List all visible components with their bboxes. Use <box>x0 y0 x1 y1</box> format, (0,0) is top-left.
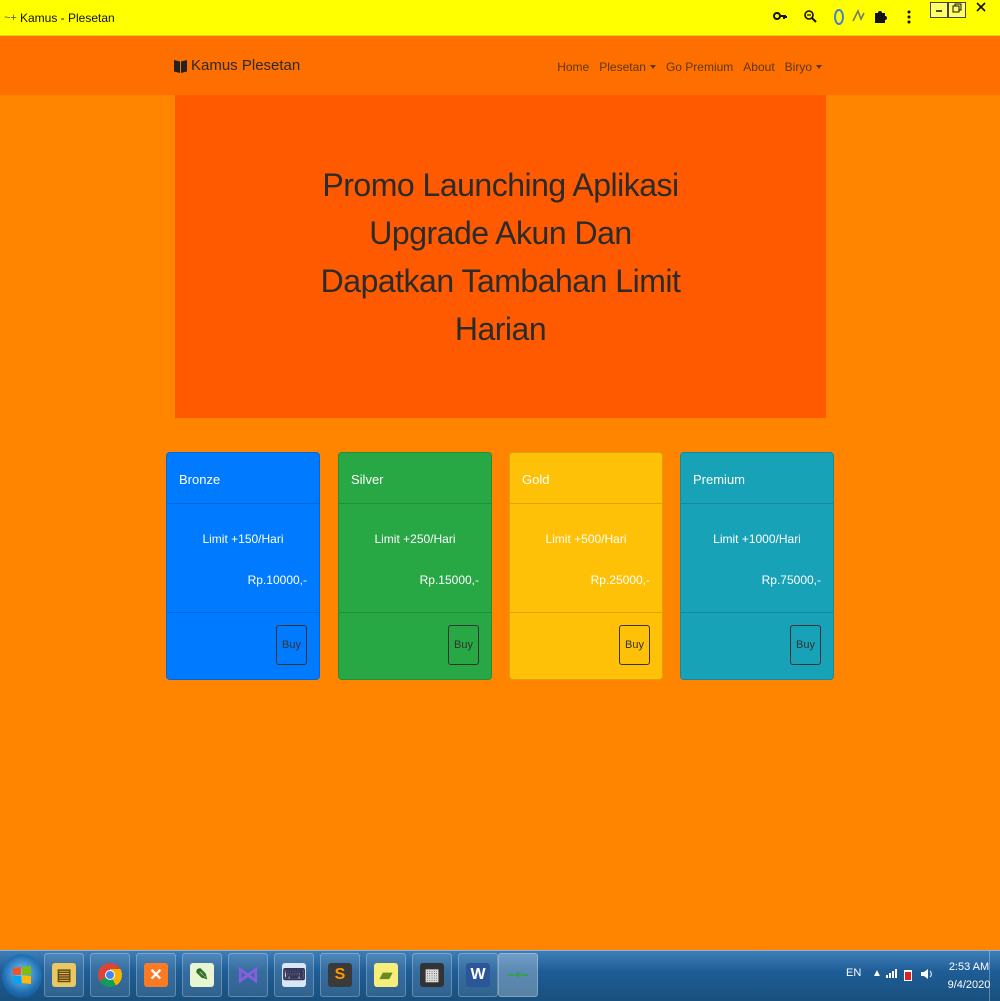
nav-plesetan-label: Plesetan <box>599 60 646 74</box>
nav-user-label: Biryo <box>784 60 812 74</box>
window-titlebar: ~+ Kamus - Plesetan <box>0 0 1000 36</box>
xampp-icon[interactable]: ✕ <box>136 953 176 997</box>
plan-price: Rp.15000,- <box>419 573 479 587</box>
plan-name: Bronze <box>167 453 319 504</box>
plan-price: Rp.10000,- <box>247 573 307 587</box>
nav-user-dropdown[interactable]: Biryo <box>785 60 822 74</box>
minimize-icon[interactable] <box>930 2 948 18</box>
plan-card-silver: Silver Limit +250/Hari Rp.15000,- Buy <box>338 452 492 680</box>
film-icon[interactable]: ▦ <box>412 953 452 997</box>
word-icon[interactable]: W <box>458 953 498 997</box>
start-button[interactable] <box>2 954 42 998</box>
sticky-glyph: ▰ <box>374 963 398 987</box>
buy-button-gold[interactable]: Buy <box>619 625 650 665</box>
plan-limit: Limit +500/Hari <box>545 532 627 546</box>
sublime-icon[interactable]: S <box>320 953 360 997</box>
plan-footer: Buy <box>681 613 833 679</box>
buy-button-premium[interactable]: Buy <box>790 625 821 665</box>
show-desktop-button[interactable] <box>989 951 1000 1001</box>
power-icon[interactable] <box>902 968 914 985</box>
plan-name: Premium <box>681 453 833 504</box>
nav-home-label: Home <box>557 60 590 74</box>
chrome-icon[interactable] <box>90 953 130 997</box>
file-manager-icon[interactable]: ▤ <box>44 953 84 997</box>
plan-limit: Limit +1000/Hari <box>713 532 801 546</box>
app-window-glyph: ~+~ <box>507 968 529 982</box>
extension-icon[interactable] <box>832 9 846 28</box>
navbar-brand[interactable]: Kamus Plesetan <box>174 57 300 74</box>
nav-go-premium-label: Go Premium <box>665 60 734 74</box>
translate-icon[interactable] <box>852 9 866 26</box>
volume-icon[interactable] <box>920 968 934 983</box>
promo-jumbotron: Promo Launching Aplikasi Upgrade Akun Da… <box>175 95 826 418</box>
close-icon[interactable] <box>972 2 990 18</box>
nav-about-label: About <box>743 60 775 74</box>
plan-body: Limit +250/Hari Rp.15000,- <box>339 504 491 613</box>
plan-body: Limit +1000/Hari Rp.75000,- <box>681 504 833 613</box>
film-glyph: ▦ <box>420 963 444 987</box>
chrome-glyph <box>98 963 123 988</box>
plan-card-bronze: Bronze Limit +150/Hari Rp.10000,- Buy <box>166 452 320 680</box>
plan-price: Rp.75000,- <box>761 573 821 587</box>
language-indicator[interactable]: EN <box>846 967 861 979</box>
book-icon <box>174 59 187 73</box>
caret-down-icon <box>649 65 656 69</box>
plan-body: Limit +500/Hari Rp.25000,- <box>510 504 662 613</box>
notepadpp-icon[interactable]: ✎ <box>182 953 222 997</box>
folder-glyph: ▤ <box>52 963 76 987</box>
keyboard-icon[interactable]: ⌨ <box>274 953 314 997</box>
window-title: Kamus - Plesetan <box>20 11 115 25</box>
xampp-glyph: ✕ <box>144 963 168 987</box>
plan-limit: Limit +150/Hari <box>202 532 284 546</box>
plan-card-premium: Premium Limit +1000/Hari Rp.75000,- Buy <box>680 452 834 680</box>
nav-go-premium[interactable]: Go Premium <box>666 60 733 74</box>
windows-logo-icon <box>12 965 32 985</box>
tray-expand-icon[interactable]: ▲ <box>872 968 882 979</box>
taskbar: ▤ ✕ ✎ ⋈ ⌨ S ▰ ▦ W ~+~ EN ▲ 2:53 AM 9/4/2… <box>0 950 1000 1001</box>
plan-limit: Limit +250/Hari <box>374 532 456 546</box>
plan-footer: Buy <box>339 613 491 679</box>
nav-home[interactable]: Home <box>557 60 589 74</box>
plan-footer: Buy <box>510 613 662 679</box>
navbar: Kamus Plesetan Home Plesetan Go Premium … <box>0 36 1000 95</box>
network-icon[interactable] <box>886 968 898 981</box>
visual-studio-icon[interactable]: ⋈ <box>228 953 268 997</box>
puzzle-icon[interactable] <box>873 9 887 26</box>
system-tray: EN ▲ 2:53 AM 9/4/2020 <box>840 951 1000 1001</box>
keyboard-glyph: ⌨ <box>282 963 306 987</box>
browser-window-icon[interactable]: ~+~ <box>498 953 538 997</box>
buy-button-silver[interactable]: Buy <box>448 625 479 665</box>
word-glyph: W <box>466 963 490 987</box>
nav-plesetan-dropdown[interactable]: Plesetan <box>599 60 656 74</box>
notepad-glyph: ✎ <box>190 963 214 987</box>
brand-label: Kamus Plesetan <box>191 57 301 74</box>
nav-links: Home Plesetan Go Premium About Biryo <box>557 60 822 74</box>
restore-icon[interactable] <box>948 2 966 18</box>
caret-down-icon <box>816 65 822 69</box>
plan-body: Limit +150/Hari Rp.10000,- <box>167 504 319 613</box>
plan-name: Gold <box>510 453 662 504</box>
plan-price: Rp.25000,- <box>590 573 650 587</box>
sublime-glyph: S <box>328 963 352 987</box>
app-icon: ~+ <box>4 12 17 24</box>
sticky-notes-icon[interactable]: ▰ <box>366 953 406 997</box>
plan-footer: Buy <box>167 613 319 679</box>
promo-title: Promo Launching Aplikasi Upgrade Akun Da… <box>320 166 681 347</box>
nav-about[interactable]: About <box>743 60 774 74</box>
clock-time[interactable]: 2:53 AM <box>944 961 994 973</box>
more-vert-icon[interactable] <box>906 9 912 28</box>
zoom-icon[interactable] <box>803 9 817 26</box>
clock-date[interactable]: 9/4/2020 <box>944 979 994 991</box>
buy-button-bronze[interactable]: Buy <box>276 625 307 665</box>
plan-name: Silver <box>339 453 491 504</box>
plan-card-gold: Gold Limit +500/Hari Rp.25000,- Buy <box>509 452 663 680</box>
key-icon[interactable] <box>773 9 787 26</box>
vs-glyph: ⋈ <box>237 962 259 987</box>
